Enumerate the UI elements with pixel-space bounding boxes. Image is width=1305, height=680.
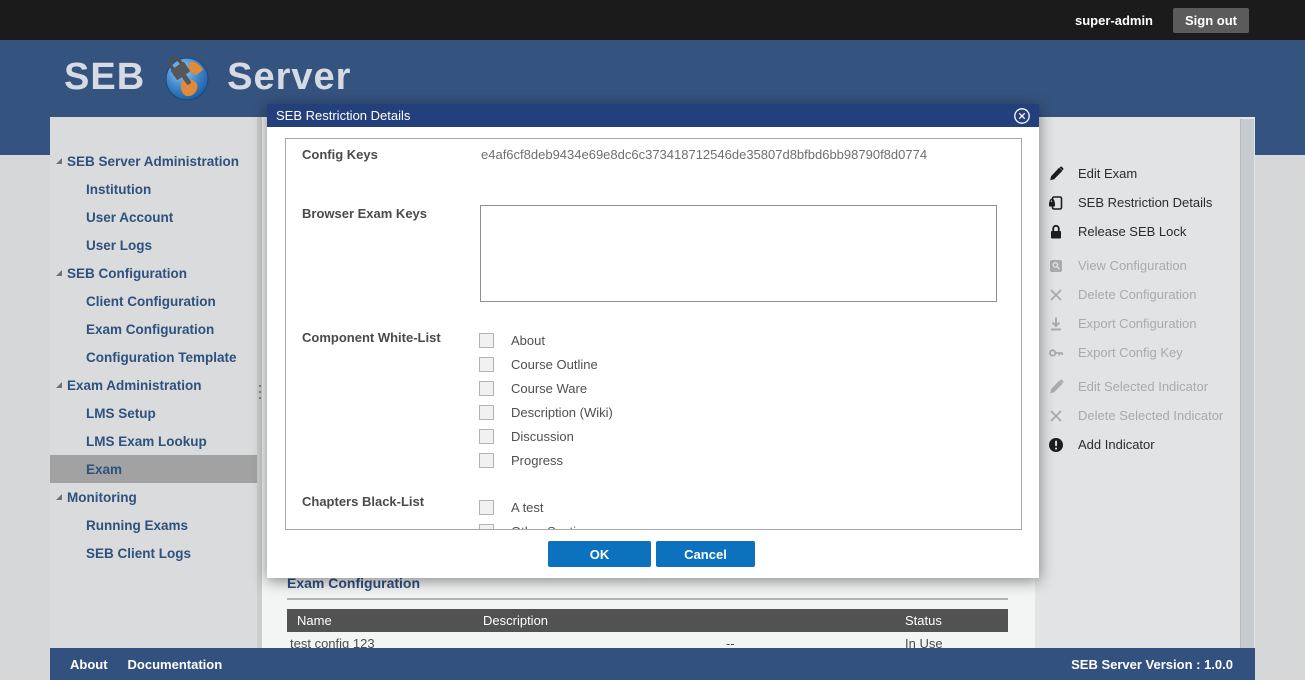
checkbox-row-course-outline: Course Outline xyxy=(479,354,598,374)
column-header-status[interactable]: Status xyxy=(905,613,942,628)
checkbox-row-about: About xyxy=(479,330,545,350)
checkbox-row-a-test: A test xyxy=(479,497,544,517)
checkbox-progress[interactable] xyxy=(479,453,494,468)
sidebar-item-running-exams[interactable]: Running Exams xyxy=(50,511,257,539)
sidebar-item-lms-setup[interactable]: LMS Setup xyxy=(50,399,257,427)
restriction-icon xyxy=(1048,195,1064,211)
column-header-description[interactable]: Description xyxy=(483,613,548,628)
checkbox-row-other-section: Other Section xyxy=(479,521,591,530)
seb-restriction-details-dialog: SEB Restriction Details Config Keys e4af… xyxy=(267,104,1039,578)
checkbox-row-description-wiki: Description (Wiki) xyxy=(479,402,613,422)
dialog-form-panel: Config Keys e4af6cf8deb9434e69e8dc6c3734… xyxy=(285,138,1022,530)
component-whitelist-label: Component White-List xyxy=(302,330,441,345)
checkbox-row-course-ware: Course Ware xyxy=(479,378,587,398)
checkbox-about[interactable] xyxy=(479,333,494,348)
sidebar-item-exam-administration[interactable]: Exam Administration xyxy=(50,371,257,399)
config-keys-label: Config Keys xyxy=(302,147,378,162)
download-icon xyxy=(1048,316,1064,332)
brand-text-seb: SEB xyxy=(64,56,145,99)
sidebar-item-seb-configuration[interactable]: SEB Configuration xyxy=(50,259,257,287)
close-icon[interactable] xyxy=(1013,107,1031,125)
sidebar-item-user-account[interactable]: User Account xyxy=(50,203,257,231)
dialog-titlebar: SEB Restriction Details xyxy=(267,104,1039,127)
pencil-icon xyxy=(1048,166,1064,182)
dialog-title: SEB Restriction Details xyxy=(276,108,410,123)
footer-version: SEB Server Version : 1.0.0 xyxy=(1071,657,1233,672)
tree-expanded-triangle-icon xyxy=(56,158,62,164)
brand-text-server: Server xyxy=(227,56,351,99)
lock-icon xyxy=(1048,224,1064,240)
x-icon xyxy=(1048,287,1064,303)
topbar: super-admin Sign out xyxy=(0,0,1305,40)
footer-link-about[interactable]: About xyxy=(70,657,108,672)
app-logo: SEB Server xyxy=(64,52,351,102)
column-header-name[interactable]: Name xyxy=(297,613,332,628)
action-delete-configuration[interactable]: Delete Configuration xyxy=(1035,280,1255,309)
action-pane: Edit Exam SEB Restriction Details Releas… xyxy=(1035,117,1255,648)
section-divider xyxy=(287,598,1008,600)
config-keys-value: e4af6cf8deb9434e69e8dc6c373418712546de35… xyxy=(481,147,927,162)
cancel-button[interactable]: Cancel xyxy=(656,541,755,567)
sidebar-item-seb-client-logs[interactable]: SEB Client Logs xyxy=(50,539,257,567)
checkbox-course-ware[interactable] xyxy=(479,381,494,396)
sidebar-item-exam-configuration[interactable]: Exam Configuration xyxy=(50,315,257,343)
x-icon xyxy=(1048,408,1064,424)
action-edit-selected-indicator[interactable]: Edit Selected Indicator xyxy=(1035,372,1255,401)
view-icon xyxy=(1048,258,1064,274)
sidebar-item-client-configuration[interactable]: Client Configuration xyxy=(50,287,257,315)
action-export-configuration[interactable]: Export Configuration xyxy=(1035,309,1255,338)
action-add-indicator[interactable]: Add Indicator xyxy=(1035,430,1255,459)
sidebar-item-lms-exam-lookup[interactable]: LMS Exam Lookup xyxy=(50,427,257,455)
action-edit-exam[interactable]: Edit Exam xyxy=(1035,159,1255,188)
vertical-scrollbar[interactable] xyxy=(1240,119,1254,648)
action-seb-restriction-details[interactable]: SEB Restriction Details xyxy=(1035,188,1255,217)
sidebar-item-institution[interactable]: Institution xyxy=(50,175,257,203)
exclamation-circle-icon xyxy=(1048,437,1064,453)
table-header-row: Name Description Status xyxy=(287,609,1008,632)
footer-link-documentation[interactable]: Documentation xyxy=(128,657,223,672)
tree-expanded-triangle-icon xyxy=(56,494,62,500)
sign-out-button[interactable]: Sign out xyxy=(1173,8,1249,33)
browser-exam-keys-label: Browser Exam Keys xyxy=(302,206,427,221)
key-icon xyxy=(1048,345,1064,361)
sidebar-item-seb-server-administration[interactable]: SEB Server Administration xyxy=(50,147,257,175)
chapters-blacklist-label: Chapters Black-List xyxy=(302,494,424,509)
browser-exam-keys-input[interactable] xyxy=(480,205,997,302)
footer: About Documentation SEB Server Version :… xyxy=(50,648,1255,680)
ok-button[interactable]: OK xyxy=(548,541,651,567)
checkbox-row-progress: Progress xyxy=(479,450,563,470)
checkbox-discussion[interactable] xyxy=(479,429,494,444)
action-delete-selected-indicator[interactable]: Delete Selected Indicator xyxy=(1035,401,1255,430)
action-view-configuration[interactable]: View Configuration xyxy=(1035,251,1255,280)
logged-in-username: super-admin xyxy=(1075,13,1153,28)
sidebar-item-user-logs[interactable]: User Logs xyxy=(50,231,257,259)
checkbox-other-section[interactable] xyxy=(479,524,494,531)
checkbox-a-test[interactable] xyxy=(479,500,494,515)
sidebar-item-exam[interactable]: Exam xyxy=(50,455,257,483)
pencil-icon xyxy=(1048,379,1064,395)
tree-expanded-triangle-icon xyxy=(56,382,62,388)
sidebar-navigation: SEB Server Administration Institution Us… xyxy=(50,117,257,648)
checkbox-description-wiki[interactable] xyxy=(479,405,494,420)
sidebar-item-monitoring[interactable]: Monitoring xyxy=(50,483,257,511)
action-release-seb-lock[interactable]: Release SEB Lock xyxy=(1035,217,1255,246)
globe-lock-logo-icon xyxy=(161,52,211,102)
action-export-config-key[interactable]: Export Config Key xyxy=(1035,338,1255,367)
tree-expanded-triangle-icon xyxy=(56,270,62,276)
checkbox-row-discussion: Discussion xyxy=(479,426,574,446)
checkbox-course-outline[interactable] xyxy=(479,357,494,372)
sidebar-item-configuration-template[interactable]: Configuration Template xyxy=(50,343,257,371)
